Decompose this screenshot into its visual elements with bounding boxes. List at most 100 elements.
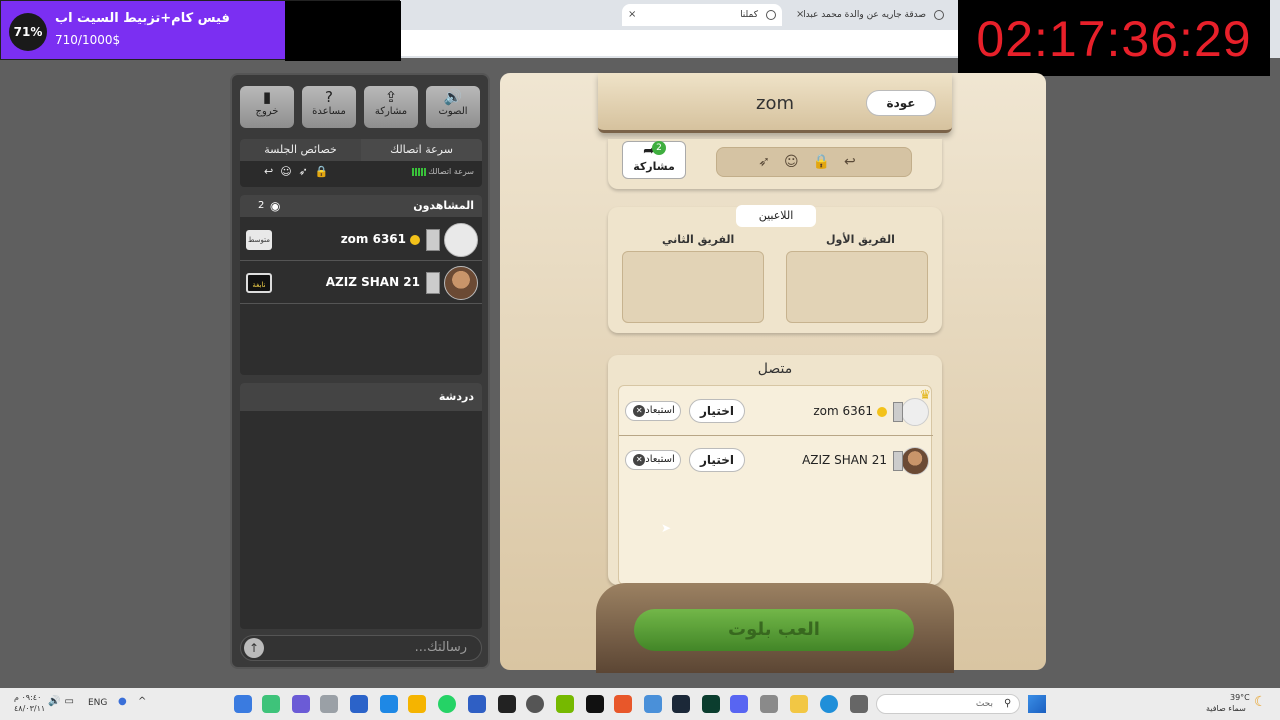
app-messenger-icon[interactable] bbox=[380, 695, 398, 713]
send-icon[interactable]: ↑ bbox=[244, 638, 264, 658]
session-prop-icons: ↩☺➶🔒 bbox=[264, 165, 336, 178]
left-panel: 🔊 الصوت ⇪ مشاركة ? مساعدة ▮ خروج سرعة ات… bbox=[230, 73, 490, 669]
language-indicator[interactable]: ENG bbox=[88, 698, 107, 708]
play-dock: العب بلوت bbox=[596, 583, 954, 673]
app-shield-icon[interactable] bbox=[234, 695, 252, 713]
moon-icon: ☾ bbox=[1254, 694, 1267, 710]
windows-start-icon[interactable] bbox=[1028, 695, 1046, 713]
app-brave-icon[interactable] bbox=[614, 695, 632, 713]
exclude-button[interactable]: ✕ استبعاد bbox=[625, 450, 681, 470]
app-nvidia-app-icon[interactable] bbox=[702, 695, 720, 713]
exit-label: خروج bbox=[255, 106, 279, 117]
app-box-icon[interactable] bbox=[350, 695, 368, 713]
close-icon[interactable]: × bbox=[628, 4, 636, 26]
exit-icon: ▮ bbox=[262, 88, 272, 106]
room-option-icons[interactable]: ➶☺🔒↩ bbox=[716, 147, 912, 177]
app-whatsapp-icon[interactable] bbox=[438, 695, 456, 713]
app-taskview-icon[interactable] bbox=[850, 695, 868, 713]
app-files-icon[interactable] bbox=[790, 695, 808, 713]
choose-button[interactable]: اختيار bbox=[689, 399, 745, 423]
sound-icon: 🔊 bbox=[443, 88, 463, 106]
viewer-row[interactable]: AZIZ SHAN 21 نابغة bbox=[240, 262, 482, 304]
share-top-button[interactable]: ⇪ مشاركة bbox=[364, 86, 418, 128]
sound-button[interactable]: 🔊 الصوت bbox=[426, 86, 480, 128]
mic-icon[interactable]: ● bbox=[118, 696, 127, 707]
taskbar: ٠٩:٤٠ م ٤٨/٠٣/١١ 🔊▭ ENG ● ^ بحث ⚲ 39°C س… bbox=[0, 688, 1280, 720]
tab-strip: + كملنا × صدقة جاريه عن والدة محمد عبدا … bbox=[400, 0, 1012, 28]
taskbar-search[interactable]: بحث bbox=[876, 694, 1020, 714]
tab-favicon-icon bbox=[934, 10, 944, 20]
tray-icons[interactable]: 🔊▭ bbox=[48, 696, 78, 707]
tab-inactive[interactable]: صدقة جاريه عن والدة محمد عبدا × bbox=[790, 4, 950, 26]
frame-icon bbox=[893, 402, 903, 422]
viewers-header: المشاهدون ◉ 2 bbox=[240, 195, 482, 217]
player-name: AZIZ SHAN 21 bbox=[802, 453, 887, 467]
team2-slot[interactable] bbox=[622, 251, 764, 323]
goal-black-panel bbox=[285, 1, 401, 61]
list-item: AZIZ SHAN 21 اختيار ✕ استبعاد bbox=[619, 437, 933, 485]
speed-indicator: سرعة اتصالك bbox=[364, 167, 474, 176]
team1-slot[interactable] bbox=[786, 251, 928, 323]
goal-percent: 71% bbox=[9, 13, 47, 51]
player-name: zom 6361 bbox=[813, 404, 887, 418]
frame-icon bbox=[893, 451, 903, 471]
eye-icon: ◉ bbox=[270, 199, 281, 213]
viewer-name: zom 6361 bbox=[341, 232, 420, 246]
app-discord-2-icon[interactable] bbox=[730, 695, 748, 713]
help-button[interactable]: ? مساعدة bbox=[302, 86, 356, 128]
players-tab[interactable]: اللاعبين bbox=[736, 205, 816, 227]
tab-title: كملنا bbox=[740, 10, 758, 20]
avatar bbox=[901, 447, 929, 475]
app-discord-icon[interactable] bbox=[262, 695, 280, 713]
chat-box: دردشة bbox=[240, 383, 482, 629]
exclude-button[interactable]: ✕ استبعاد bbox=[625, 401, 681, 421]
signal-bars-icon bbox=[411, 167, 426, 176]
level-badge: نابغة bbox=[246, 273, 272, 293]
app-grid-icon[interactable] bbox=[292, 695, 310, 713]
share-count-badge: 2 bbox=[652, 141, 666, 155]
room-header: zom عودة bbox=[598, 73, 952, 133]
weather-desc: سماء صافية bbox=[1206, 704, 1246, 713]
app-nvidia-icon[interactable] bbox=[556, 695, 574, 713]
app-epic-icon[interactable] bbox=[586, 695, 604, 713]
mouse-cursor-icon: ➤ bbox=[661, 521, 672, 535]
close-icon[interactable]: × bbox=[796, 4, 804, 26]
back-button[interactable]: عودة bbox=[866, 90, 936, 116]
avatar bbox=[444, 223, 478, 257]
search-icon: ⚲ bbox=[1004, 698, 1012, 709]
app-capcut-icon[interactable] bbox=[498, 695, 516, 713]
viewer-row[interactable]: zom 6361 متوسط bbox=[240, 219, 482, 261]
app-chrome-icon[interactable] bbox=[644, 695, 662, 713]
tab-session-properties[interactable]: خصائص الجلسة bbox=[240, 139, 361, 161]
connected-list: ♛ zom 6361 اختيار ✕ استبعاد AZIZ SHAN 21 … bbox=[618, 385, 933, 585]
chevron-up-icon[interactable]: ^ bbox=[138, 696, 146, 707]
app-obs-icon[interactable] bbox=[526, 695, 544, 713]
tab-connection-speed[interactable]: سرعة اتصالك bbox=[361, 139, 482, 161]
goal-amount: 710/1000$ bbox=[55, 33, 121, 47]
exit-button[interactable]: ▮ خروج bbox=[240, 86, 294, 128]
viewer-name: AZIZ SHAN 21 bbox=[325, 275, 420, 289]
speed-label: سرعة اتصالك bbox=[428, 167, 474, 176]
viewer-name-text: zom 6361 bbox=[340, 232, 406, 246]
chat-input[interactable]: رسالتك... bbox=[240, 635, 482, 661]
tab-active[interactable]: كملنا × bbox=[622, 4, 782, 26]
app-ea-icon[interactable] bbox=[468, 695, 486, 713]
clock-date: ٤٨/٠٣/١١ bbox=[14, 704, 46, 713]
room-settings-card: ➦ مشاركة 2 ➶☺🔒↩ bbox=[608, 139, 942, 189]
app-x-icon[interactable] bbox=[320, 695, 338, 713]
play-baloot-button[interactable]: العب بلوت bbox=[634, 609, 914, 651]
share-arrow-icon: ➦ bbox=[643, 143, 655, 159]
app-store-icon[interactable] bbox=[760, 695, 778, 713]
app-rockstar-icon[interactable] bbox=[408, 695, 426, 713]
address-bar[interactable] bbox=[400, 30, 960, 56]
tab-title: صدقة جاريه عن والدة محمد عبدا bbox=[803, 10, 926, 20]
crown-icon: ♛ bbox=[919, 388, 931, 403]
frame-icon bbox=[426, 229, 440, 251]
exclude-label: استبعاد bbox=[645, 405, 675, 416]
exclude-label: استبعاد bbox=[645, 454, 675, 465]
app-steam-icon[interactable] bbox=[672, 695, 690, 713]
share-label: مشاركة bbox=[374, 106, 408, 117]
countdown-timer: 02:17:36:29 bbox=[958, 0, 1270, 76]
choose-button[interactable]: اختيار bbox=[689, 448, 745, 472]
app-edge-icon[interactable] bbox=[820, 695, 838, 713]
